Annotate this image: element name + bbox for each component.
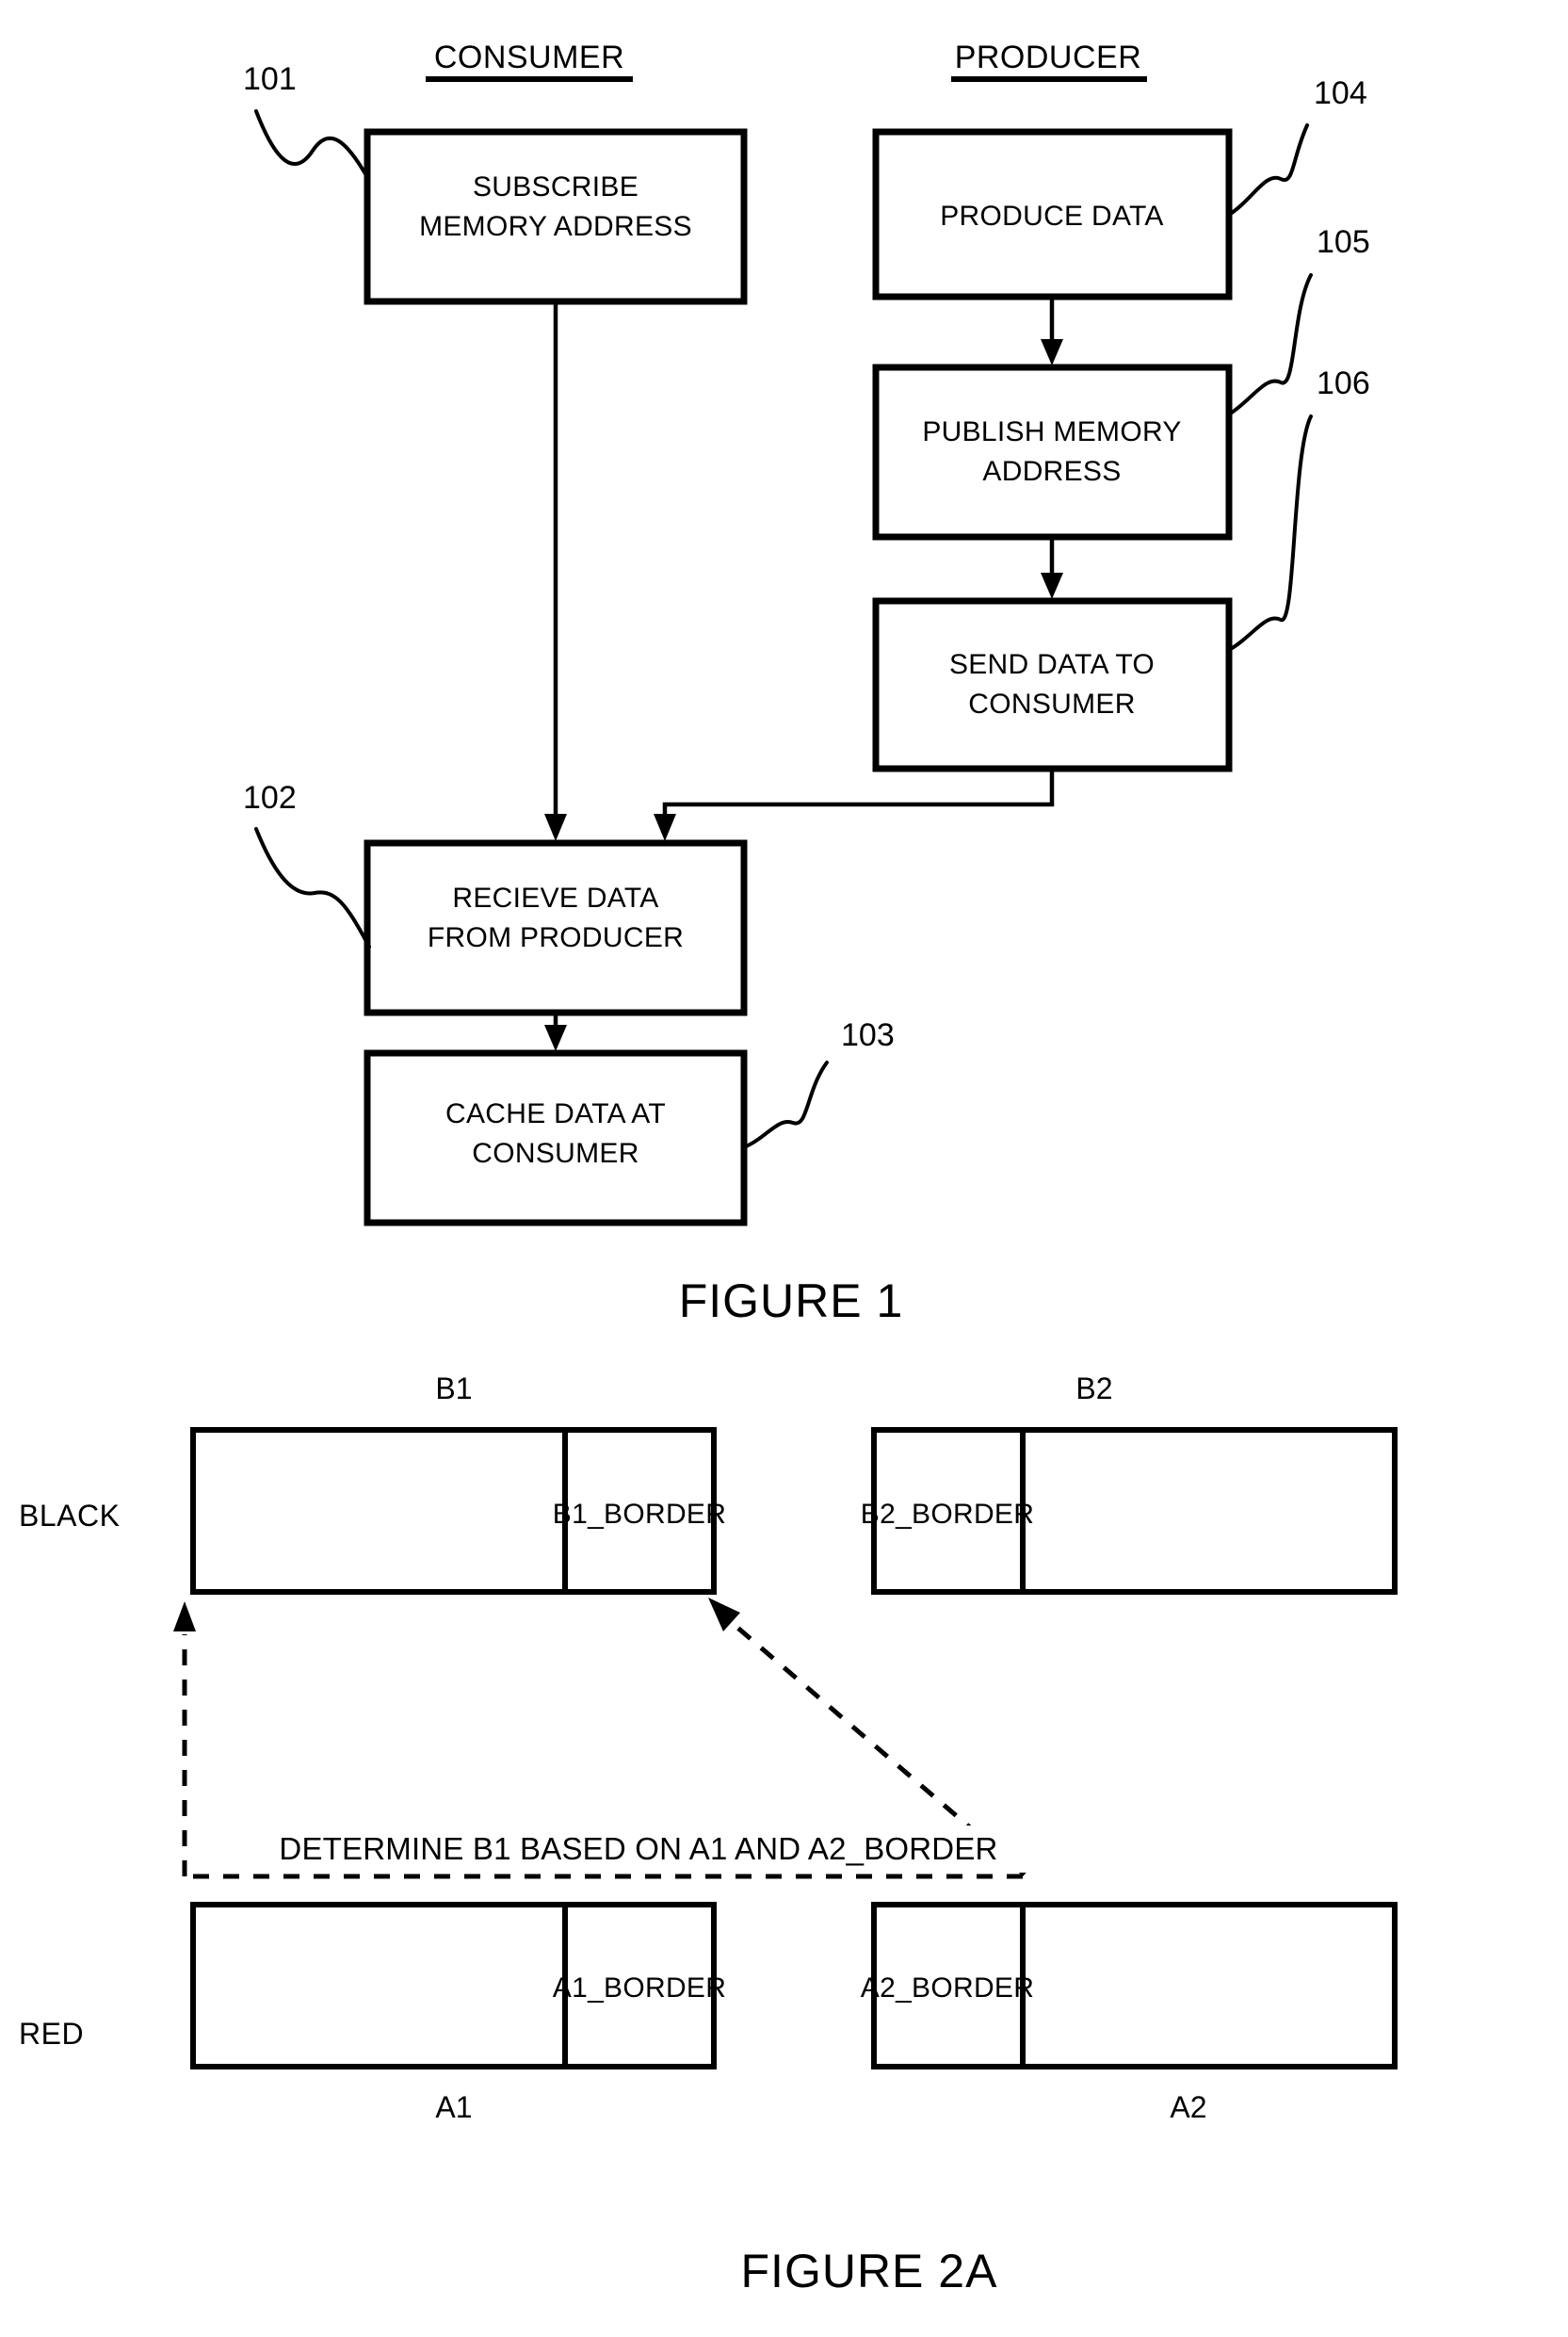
- arrowhead-publish-send: [1041, 573, 1063, 599]
- figure-2a-caption: FIGURE 2A: [741, 2245, 998, 2297]
- publish-box-line-1: PUBLISH MEMORY: [922, 416, 1181, 447]
- arrow-publish-to-send: [1041, 537, 1063, 599]
- publish-box-line-2: ADDRESS: [982, 456, 1121, 487]
- flow-node-subscribe: SUBSCRIBE MEMORY ADDRESS 101: [243, 61, 748, 305]
- leader-line-106: [1227, 414, 1313, 652]
- receive-box-line-2: FROM PRODUCER: [428, 922, 684, 953]
- b1-border-cell-label: B1_BORDER: [553, 1499, 726, 1530]
- block-b1: B1_BORDER: [190, 1427, 726, 1595]
- subscribe-box-line-1: SUBSCRIBE: [473, 171, 639, 203]
- ref-number-103: 103: [841, 1017, 895, 1053]
- arrow-send-to-receive: [654, 769, 1055, 841]
- block-b2: B2_BORDER: [861, 1427, 1398, 1595]
- arrowhead-receive-cache: [544, 1025, 567, 1051]
- cache-box-line-1: CACHE DATA AT: [445, 1098, 666, 1129]
- a2-border-cell-label: A2_BORDER: [861, 1972, 1034, 2004]
- arrow-produce-to-publish: [1041, 297, 1063, 365]
- leader-line-105: [1227, 273, 1313, 416]
- row-label-black: BLACK: [19, 1499, 120, 1533]
- send-box-line-2: CONSUMER: [968, 689, 1135, 720]
- cache-box-line-2: CONSUMER: [472, 1138, 639, 1169]
- publish-box: [872, 364, 1233, 541]
- ref-number-106: 106: [1317, 365, 1370, 401]
- producer-column-heading: PRODUCER: [951, 40, 1147, 82]
- dashed-relation-group: DETERMINE B1 BASED ON A1 AND A2_BORDER: [173, 1598, 1072, 1879]
- group-label-a1: A1: [435, 2090, 472, 2124]
- consumer-heading-label: CONSUMER: [434, 40, 624, 75]
- ref-number-105: 105: [1317, 224, 1370, 260]
- group-label-b2: B2: [1075, 1371, 1112, 1405]
- arrow-subscribe-to-receive: [544, 301, 567, 841]
- leader-line-103: [742, 1061, 829, 1149]
- a1-border-cell-label: A1_BORDER: [553, 1972, 726, 2004]
- flow-node-cache: CACHE DATA AT CONSUMER 103: [364, 1017, 895, 1226]
- producer-heading-label: PRODUCER: [955, 40, 1142, 75]
- row-label-red: RED: [19, 2017, 84, 2051]
- flow-node-produce: PRODUCE DATA 104: [872, 75, 1367, 300]
- leader-line-101: [254, 109, 369, 179]
- send-box-line-1: SEND DATA TO: [949, 649, 1155, 680]
- group-label-b1: B1: [435, 1371, 472, 1405]
- leader-line-104: [1227, 123, 1309, 217]
- arrowhead-subscribe-receive: [544, 814, 567, 841]
- b2-border-cell-label: B2_BORDER: [861, 1499, 1034, 1530]
- patent-drawing-sheet: CONSUMER PRODUCER SUBSCRIBE MEMORY ADDRE…: [0, 0, 1568, 2337]
- figure-1-caption: FIGURE 1: [679, 1274, 904, 1327]
- ref-number-102: 102: [243, 780, 297, 816]
- arrow-receive-to-cache: [544, 1013, 567, 1051]
- group-label-a2: A2: [1170, 2090, 1206, 2124]
- block-a2: A2_BORDER: [861, 1902, 1398, 2069]
- produce-box-line-1: PRODUCE DATA: [940, 201, 1164, 232]
- relation-annotation-label: DETERMINE B1 BASED ON A1 AND A2_BORDER: [279, 1831, 997, 1866]
- figure-1-group: CONSUMER PRODUCER SUBSCRIBE MEMORY ADDRE…: [243, 40, 1370, 1327]
- arrowhead-produce-publish: [1041, 339, 1063, 365]
- arrowhead-send-receive: [654, 814, 676, 841]
- ref-number-104: 104: [1314, 75, 1367, 111]
- arrowhead-dashed-vertical: [173, 1601, 196, 1631]
- receive-box-line-1: RECIEVE DATA: [452, 883, 658, 914]
- arrowhead-dashed-to-b1: [708, 1598, 740, 1631]
- figure-2a-group: BLACK RED B1 B2 B1_BORDER B2_BORDER DETE…: [19, 1371, 1398, 2297]
- block-a1: A1_BORDER: [190, 1902, 726, 2069]
- send-box: [872, 597, 1233, 772]
- subscribe-box-line-2: MEMORY ADDRESS: [419, 211, 692, 242]
- drawing-canvas: CONSUMER PRODUCER SUBSCRIBE MEMORY ADDRE…: [19, 40, 1398, 2297]
- leader-line-102: [254, 827, 371, 949]
- ref-number-101: 101: [243, 61, 297, 97]
- consumer-column-heading: CONSUMER: [426, 40, 633, 82]
